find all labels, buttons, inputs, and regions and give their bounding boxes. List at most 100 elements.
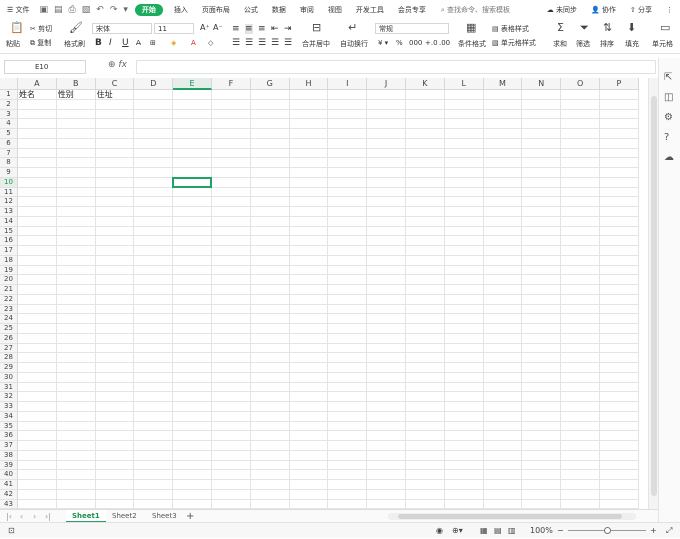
normal-view-icon[interactable]: ▦ — [480, 523, 488, 539]
clear-icon[interactable]: ◇ — [208, 38, 213, 48]
fx-label[interactable]: ⊕ fx — [108, 60, 127, 70]
tab-member[interactable]: 会员专享 — [391, 0, 433, 20]
file-menu[interactable]: 文件 — [16, 6, 30, 14]
layout-icon[interactable]: ⊕▾ — [452, 523, 463, 539]
row-header[interactable]: 22 — [0, 294, 18, 305]
row-header[interactable]: 4 — [0, 119, 18, 129]
row-header[interactable]: 5 — [0, 129, 18, 139]
row-header[interactable]: 19 — [0, 265, 18, 276]
eye-icon[interactable]: ◉ — [436, 523, 443, 539]
more-icon[interactable]: ⋮ — [659, 0, 680, 20]
format-painter-icon[interactable]: 🖌 — [69, 22, 83, 34]
row-header[interactable]: 27 — [0, 343, 18, 354]
increase-decimal-button[interactable]: +.0 — [425, 38, 438, 48]
row-header[interactable]: 37 — [0, 441, 18, 451]
indent-icon[interactable]: ⇤ — [271, 24, 279, 34]
currency-button[interactable]: ¥ ▾ — [378, 38, 388, 48]
italic-button[interactable]: I — [109, 38, 112, 48]
vertical-scroll-thumb[interactable] — [651, 96, 657, 496]
tab-formulas[interactable]: 公式 — [237, 0, 265, 20]
print-icon[interactable]: ⎙ — [66, 5, 79, 15]
bold-button[interactable]: B — [95, 38, 102, 48]
sync-button[interactable]: ☁ 未同步 — [540, 0, 584, 20]
column-header-p[interactable]: P — [600, 78, 639, 90]
tab-review[interactable]: 审阅 — [293, 0, 321, 20]
font-name-select[interactable]: 宋体 — [92, 23, 152, 34]
percent-button[interactable]: % — [396, 38, 403, 48]
name-box[interactable]: E10 — [4, 60, 86, 74]
row-header[interactable]: 34 — [0, 411, 18, 422]
column-header-b[interactable]: B — [56, 78, 96, 90]
column-header-k[interactable]: K — [406, 78, 445, 90]
row-header[interactable]: 8 — [0, 158, 18, 168]
redo-icon[interactable]: ↷ — [107, 5, 121, 15]
column-header-d[interactable]: D — [134, 78, 174, 90]
row-header[interactable]: 1 — [0, 90, 18, 100]
select-all-corner[interactable] — [0, 78, 18, 90]
column-header-m[interactable]: M — [483, 78, 523, 90]
sort-icon[interactable]: ⇅ — [603, 22, 612, 34]
zoom-slider-thumb[interactable] — [604, 527, 611, 534]
column-header-l[interactable]: L — [444, 78, 484, 90]
column-header-h[interactable]: H — [289, 78, 329, 90]
cell-c1[interactable]: 住址 — [96, 91, 113, 99]
column-header-e[interactable]: E — [173, 78, 212, 90]
page-break-view-icon[interactable]: ▥ — [508, 523, 516, 539]
row-header[interactable]: 15 — [0, 226, 18, 237]
row-header[interactable]: 28 — [0, 353, 18, 363]
preview-icon[interactable]: ▧ — [79, 5, 94, 15]
row-header[interactable]: 32 — [0, 392, 18, 402]
underline-button[interactable]: U — [122, 38, 129, 48]
row-header[interactable]: 17 — [0, 246, 18, 256]
column-header-n[interactable]: N — [522, 78, 562, 90]
cell-style-button[interactable]: ▧ 单元格样式 — [492, 38, 536, 48]
row-header[interactable]: 12 — [0, 197, 18, 207]
row-header[interactable]: 20 — [0, 275, 18, 285]
thousands-button[interactable]: 000 — [409, 38, 422, 48]
fill-color-icon[interactable]: ◈ — [171, 38, 176, 48]
cell-icon[interactable]: ▭ — [660, 22, 670, 34]
wrap-icon[interactable]: ↵ — [348, 22, 357, 34]
merge-icon[interactable]: ⊟ — [312, 22, 321, 34]
vertical-scrollbar[interactable] — [648, 78, 658, 509]
row-header[interactable]: 30 — [0, 372, 18, 383]
cut-button[interactable]: ✂ 剪切 — [30, 24, 52, 34]
table-style-button[interactable]: ▤ 表格样式 — [492, 24, 529, 34]
fill-button[interactable]: 填充 — [625, 39, 639, 49]
row-header[interactable]: 26 — [0, 333, 18, 344]
tab-home[interactable]: 开始 — [134, 4, 163, 16]
outdent-icon[interactable]: ⇥ — [284, 24, 292, 34]
undo-icon[interactable]: ↶ — [93, 5, 107, 15]
row-header[interactable]: 42 — [0, 489, 18, 500]
tab-developer[interactable]: 开发工具 — [349, 0, 391, 20]
share-button[interactable]: ⇧ 分享 — [623, 0, 659, 20]
property-icon[interactable]: ⚙ — [664, 112, 673, 123]
column-header-j[interactable]: J — [367, 78, 406, 90]
row-header[interactable]: 29 — [0, 363, 18, 373]
page-layout-view-icon[interactable]: ▤ — [494, 523, 502, 539]
wrap-text-button[interactable]: 自动换行 — [340, 39, 368, 49]
row-header[interactable]: 7 — [0, 148, 18, 159]
decrease-decimal-button[interactable]: .00 — [439, 38, 450, 48]
number-format-select[interactable]: 常规 — [375, 23, 449, 34]
menu-icon[interactable]: ☰ 文件 — [0, 0, 37, 20]
row-header[interactable]: 21 — [0, 285, 18, 295]
copy-button[interactable]: ⧉ 复制 — [30, 38, 51, 48]
column-header-a[interactable]: A — [18, 78, 57, 90]
column-header-o[interactable]: O — [561, 78, 600, 90]
cell-a1[interactable]: 姓名 — [18, 91, 35, 99]
spreadsheet-grid[interactable]: A B C D E F G H I J K L M N O P 1 2 3 4 5 6 7 8 9 10 11 12 13 14 15 16 1… — [0, 78, 648, 509]
row-header[interactable]: 25 — [0, 324, 18, 334]
fullscreen-icon[interactable]: ⤢ — [666, 523, 672, 539]
paste-icon[interactable]: 📋 — [10, 22, 24, 34]
backup-icon[interactable]: ☁ — [664, 152, 674, 163]
export-icon[interactable]: ▤ — [51, 5, 66, 15]
macro-icon[interactable]: ⊡ — [8, 523, 15, 539]
row-header[interactable]: 24 — [0, 314, 18, 324]
justify-icon[interactable]: ☰ — [271, 38, 279, 48]
align-center-icon[interactable]: ☰ — [245, 38, 253, 48]
column-header-g[interactable]: G — [250, 78, 290, 90]
row-header[interactable]: 14 — [0, 216, 18, 227]
font-grow-button[interactable]: A⁺ — [200, 23, 210, 33]
search-command[interactable]: ⌕ 查找命令、搜索模板 — [433, 5, 518, 15]
